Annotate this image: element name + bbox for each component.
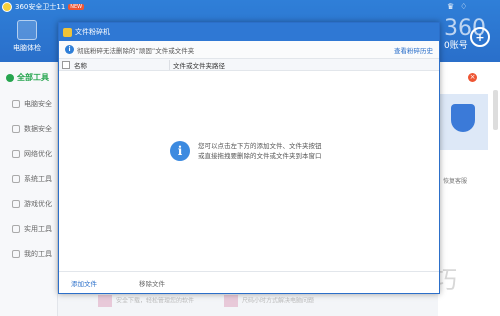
- column-name[interactable]: 名称: [74, 59, 170, 70]
- hint-line-2: 或直接拖拽要删除的文件或文件夹到本窗口: [198, 152, 322, 160]
- scrollbar[interactable]: [493, 90, 498, 130]
- gamepad-icon: [12, 199, 20, 208]
- sidebar-item-label: 数据安全: [24, 124, 52, 133]
- dialog-title: 文件粉碎机: [75, 28, 110, 36]
- hint-line-1: 您可以点击左下方的添加文件、文件夹按钮: [198, 142, 322, 150]
- sidebar-item-utilities[interactable]: 实用工具: [0, 216, 57, 241]
- sidebar-item-my-tools[interactable]: 我的工具: [0, 241, 57, 266]
- shield-icon: [451, 104, 475, 132]
- heart-icon: [12, 249, 20, 258]
- empty-hint: i 您可以点击左下方的添加文件、文件夹按钮 或直接拖拽要删除的文件或文件夹到本窗…: [170, 141, 322, 161]
- column-path[interactable]: 文件或文件夹路径: [170, 60, 225, 70]
- sidebar-item-system-tools[interactable]: 系统工具: [0, 166, 57, 191]
- bottom-item-1-label: 安全下载，轻松管理您的软件: [116, 297, 195, 305]
- sidebar-item-pc-security[interactable]: 电脑安全: [0, 91, 57, 116]
- sidebar-all-tools[interactable]: 全部工具: [0, 62, 57, 91]
- sidebar-item-data-security[interactable]: 数据安全: [0, 116, 57, 141]
- monitor-icon: [17, 20, 37, 40]
- sidebar: 全部工具 电脑安全 数据安全 网络优化 系统工具 游戏优化 实用工具 我的工具: [0, 62, 58, 316]
- network-icon: [12, 149, 20, 158]
- shredder-icon: [63, 27, 72, 37]
- file-shredder-dialog: 文件粉碎机 i 彻底粉碎无法删除的“顽固”文件或文件夹 查看粉碎历史 名称 文件…: [58, 22, 440, 294]
- app-logo-icon: [2, 2, 12, 12]
- sidebar-item-label: 网络优化: [24, 149, 52, 158]
- add-file-button[interactable]: 添加文件: [71, 278, 97, 288]
- bottom-item-2-label: 尺码小时方式解决电脑问题: [242, 297, 315, 305]
- download-icon: [98, 295, 112, 307]
- select-all-checkbox[interactable]: [62, 60, 70, 69]
- grid-icon: [6, 73, 14, 82]
- sidebar-item-label: 我的工具: [24, 249, 52, 258]
- view-history-link[interactable]: 查看粉碎历史: [394, 45, 433, 55]
- app-title-bar: 360安全卫士11 NEW: [2, 2, 85, 12]
- chart-icon: [12, 124, 20, 133]
- info-icon: i: [65, 45, 74, 54]
- computer-icon: [12, 99, 20, 108]
- sidebar-item-game[interactable]: 游戏优化: [0, 191, 57, 216]
- remove-file-button[interactable]: 移除文件: [139, 278, 165, 288]
- shield-plus-icon[interactable]: +: [470, 27, 490, 47]
- dialog-footer: 添加文件 移除文件: [59, 271, 439, 293]
- tool-pc-checkup[interactable]: 电脑体检: [12, 20, 42, 53]
- info-message: 彻底粉碎无法删除的“顽固”文件或文件夹: [77, 46, 195, 55]
- help-icon: [224, 295, 239, 307]
- dialog-titlebar[interactable]: 文件粉碎机: [59, 23, 439, 41]
- promo-card-text: 恢复客服: [443, 178, 468, 185]
- tool-pc-checkup-label: 电脑体检: [13, 44, 41, 52]
- dialog-info-bar: i 彻底粉碎无法删除的“顽固”文件或文件夹 查看粉碎历史: [59, 41, 439, 59]
- bottom-item-1[interactable]: 安全下载，轻松管理您的软件: [98, 295, 194, 307]
- window-controls: ♛ ♢: [447, 2, 467, 11]
- sidebar-item-label: 电脑安全: [24, 99, 52, 108]
- file-table-header: 名称 文件或文件夹路径: [59, 59, 439, 71]
- sidebar-item-network[interactable]: 网络优化: [0, 141, 57, 166]
- wrench-icon: [12, 174, 20, 183]
- close-icon[interactable]: ×: [468, 73, 477, 82]
- new-badge: NEW: [68, 4, 85, 10]
- sidebar-item-label: 系统工具: [24, 174, 52, 183]
- shirt-icon[interactable]: ♢: [460, 2, 467, 11]
- file-list-area[interactable]: i 您可以点击左下方的添加文件、文件夹按钮 或直接拖拽要删除的文件或文件夹到本窗…: [59, 71, 439, 247]
- sidebar-all-tools-label: 全部工具: [17, 73, 49, 82]
- info-circle-icon: i: [170, 141, 190, 161]
- sidebar-item-label: 实用工具: [24, 224, 52, 233]
- account-text[interactable]: 0账号: [444, 38, 468, 51]
- medal-icon[interactable]: ♛: [447, 2, 454, 11]
- sidebar-item-label: 游戏优化: [24, 199, 52, 208]
- toolbox-icon: [12, 224, 20, 233]
- bottom-item-2[interactable]: 尺码小时方式解决电脑问题: [224, 295, 314, 307]
- app-title: 360安全卫士11: [15, 3, 66, 11]
